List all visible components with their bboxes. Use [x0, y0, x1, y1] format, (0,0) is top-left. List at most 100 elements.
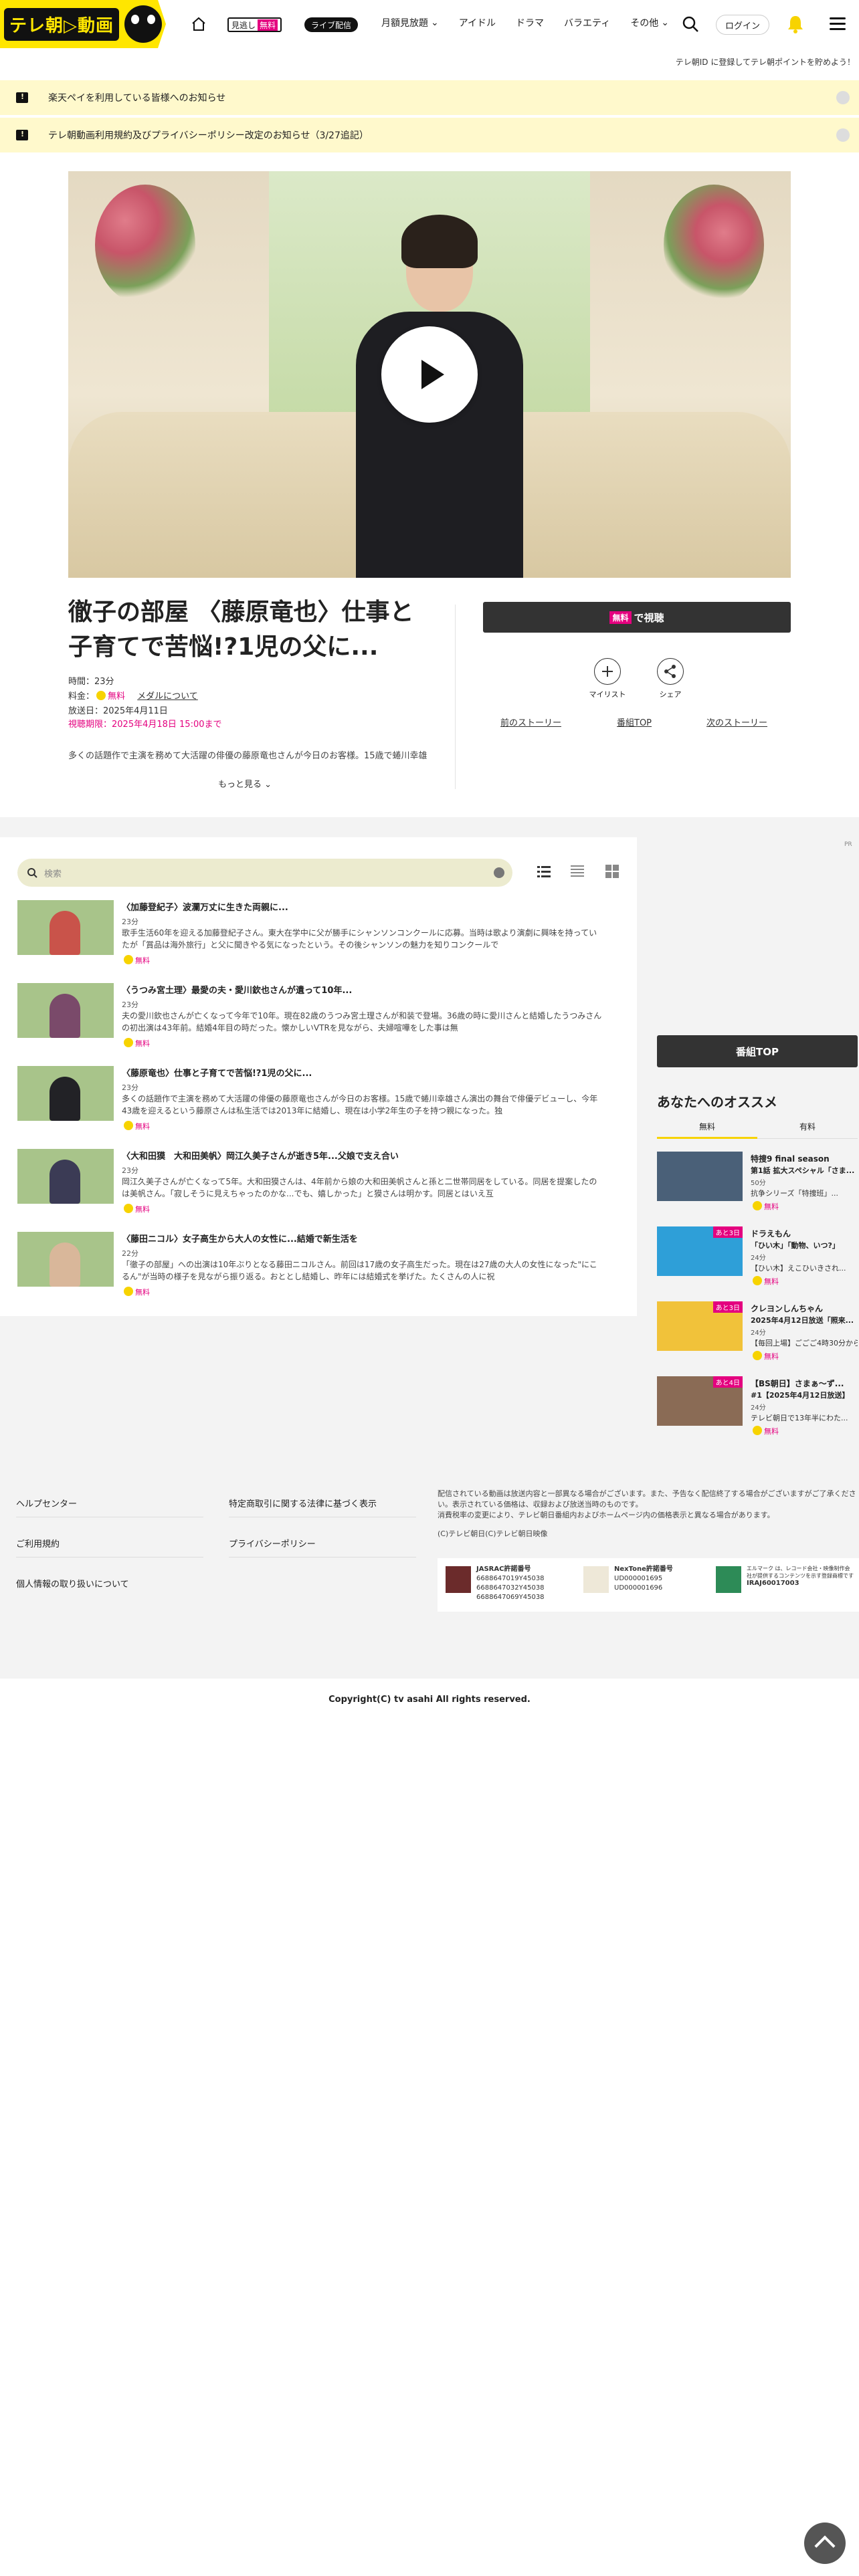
nav-item-idol[interactable]: アイドル	[459, 16, 496, 29]
watch-free-badge: 無料	[609, 611, 632, 624]
episode-item-title[interactable]: 〈藤田ニコル〉女子高生から大人の女性に...結婚で新生活を	[122, 1232, 358, 1245]
list-view-icon[interactable]	[537, 864, 551, 879]
coin-icon	[96, 691, 106, 700]
program-top-link[interactable]: 番組TOP	[617, 716, 652, 728]
footer-link-privacy-handling[interactable]: 個人情報の取り扱いについて	[16, 1577, 129, 1590]
tab-free[interactable]: 無料	[657, 1121, 757, 1132]
close-icon[interactable]	[836, 128, 850, 142]
l-mark-info: エルマーク は、レコード会社・映像制作会社が提供するコンテンツを示す登録商標です…	[747, 1566, 854, 1587]
days-left-badge: あと4日	[712, 1376, 743, 1388]
footer-link-privacy-policy[interactable]: プライバシーポリシー	[229, 1537, 316, 1549]
medal-link[interactable]: メダルについて	[137, 691, 198, 702]
recommend-series[interactable]: 特捜9 final season	[751, 1153, 830, 1164]
login-button[interactable]: ログイン	[716, 15, 769, 35]
recommend-episode[interactable]: #1【2025年4月12日放送】	[751, 1390, 858, 1400]
episode-item-title[interactable]: 〈藤原竜也〉仕事と子育てで苦悩!?1児の父に...	[122, 1066, 312, 1079]
menu-icon[interactable]	[830, 17, 846, 31]
free-catchup-link[interactable]: 見逃し 無料	[227, 17, 282, 32]
plus-icon	[594, 658, 621, 685]
close-icon[interactable]	[836, 91, 850, 104]
footer-divider	[229, 1557, 416, 1558]
notice-bar-rakuten[interactable]: 楽天ペイを利用している皆様へのお知らせ	[0, 80, 859, 115]
home-icon[interactable]	[191, 16, 207, 32]
mylist-button[interactable]: マイリスト	[587, 658, 628, 700]
episode-item-title[interactable]: 〈加藤登紀子〉波瀾万丈に生きた両親に...	[122, 900, 288, 913]
jasrac-info: JASRAC許諾番号 6688647019Y45038 6688647032Y45…	[476, 1566, 545, 1601]
recommend-price: 無料	[751, 1276, 779, 1287]
recommend-item[interactable]: あと3日 ドラえもん 「ひい木」「動物、いつ?」 24分 【ひい木】えこひいきされ...…	[657, 1226, 858, 1300]
search-icon[interactable]	[681, 15, 700, 33]
logo-text: テレ朝▷動画	[4, 7, 119, 41]
watch-button[interactable]: 無料 で視聴	[483, 602, 791, 633]
program-top-button[interactable]: 番組TOP	[657, 1035, 858, 1067]
play-icon[interactable]	[381, 326, 478, 423]
search-icon	[27, 868, 37, 878]
grid-view-icon[interactable]	[605, 864, 619, 879]
back-to-top-icon[interactable]	[804, 2523, 846, 2564]
footer-link-terms[interactable]: ご利用規約	[16, 1537, 60, 1549]
nav-item-variety[interactable]: バラエティ	[564, 16, 610, 29]
prev-story-link[interactable]: 前のストーリー	[500, 716, 561, 728]
episode-item-desc: 多くの話題作で主演を務めて大活躍の俳優の藤原竜也さんが今日のお客様。15歳で蜷川…	[122, 1094, 598, 1115]
recommend-desc: 抗争シリーズ「特捜班」...	[751, 1189, 838, 1198]
nav-item-drama[interactable]: ドラマ	[516, 16, 544, 29]
recommend-price: 無料	[751, 1201, 779, 1212]
recommend-episode[interactable]: 「ひい木」「動物、いつ?」	[751, 1240, 858, 1251]
recommend-series[interactable]: ドラえもん	[751, 1228, 791, 1239]
episode-thumbnail[interactable]	[17, 983, 114, 1038]
episode-list-item[interactable]: 〈藤原竜也〉仕事と子育てで苦悩!?1児の父に... 23分多くの話題作で主演を務め…	[17, 1066, 619, 1133]
episode-list-item[interactable]: 〈うつみ宮土理〉最愛の夫・愛川欽也さんが遺って10年... 23分 夫の愛川欽也さん…	[17, 983, 619, 1050]
active-tab-indicator	[657, 1137, 757, 1139]
tab-paid[interactable]: 有料	[757, 1121, 858, 1132]
recommend-thumbnail[interactable]: あと4日	[657, 1376, 743, 1426]
episode-item-title[interactable]: 〈大和田獏 大和田美帆〉岡江久美子さんが逝き5年...父娘で支え合い	[122, 1149, 399, 1162]
episode-item-desc: 「徹子の部屋」への出演は10年ぶりとなる藤田ニコルさん。前回は17歳の女子高生だ…	[122, 1260, 597, 1281]
recommend-item[interactable]: あと4日 【BS朝日】さまぁ～ず... #1【2025年4月12日放送】 24分 テレビ…	[657, 1376, 858, 1450]
episode-title: 徹子の部屋 〈藤原竜也〉仕事と子育てで苦悩!?1児の父に...	[68, 599, 414, 661]
episode-item-title[interactable]: 〈うつみ宮土理〉最愛の夫・愛川欽也さんが遺って10年...	[122, 983, 352, 996]
nav-item-subscription[interactable]: 月額見放題 ⌄	[381, 16, 439, 29]
episode-thumbnail[interactable]	[17, 900, 114, 955]
recommend-item[interactable]: 特捜9 final season 第1話 拡大スペシャル「さま... 50分 抗争シリ…	[657, 1152, 858, 1225]
recommend-thumbnail[interactable]: あと3日	[657, 1226, 743, 1276]
footer-link-help[interactable]: ヘルプセンター	[16, 1497, 77, 1509]
notice-text: テレ朝動画利用規約及びプライバシーポリシー改定のお知らせ（3/27追記）	[48, 130, 369, 141]
watch-label: で視聴	[634, 611, 664, 624]
share-button[interactable]: シェア	[650, 658, 690, 700]
episode-thumbnail[interactable]	[17, 1066, 114, 1121]
nextone-logo-icon	[583, 1566, 609, 1593]
episode-list-item[interactable]: 〈加藤登紀子〉波瀾万丈に生きた両親に... 23分 歌手生活60年を迎える加藤登紀子…	[17, 900, 619, 967]
recommend-episode[interactable]: 第1話 拡大スペシャル「さま...	[751, 1165, 858, 1176]
episode-duration: 時間：23分	[68, 677, 114, 687]
show-more-button[interactable]: もっと見る ⌄	[218, 777, 272, 790]
recommend-title: あなたへのオススメ	[657, 1094, 777, 1110]
recommend-episode[interactable]: 2025年4月12日放送「照来...	[751, 1315, 858, 1325]
nav-item-other[interactable]: その他 ⌄	[630, 16, 669, 29]
episode-list-item[interactable]: 〈藤田ニコル〉女子高生から大人の女性に...結婚で新生活を 22分 「徹子の部屋」へ…	[17, 1232, 619, 1299]
recommend-series[interactable]: クレヨンしんちゃん	[751, 1303, 823, 1314]
episode-list-item[interactable]: 〈大和田獏 大和田美帆〉岡江久美子さんが逝き5年...父娘で支え合い 23分 岡江久…	[17, 1149, 619, 1216]
recommend-duration: 24分	[751, 1329, 766, 1337]
recommend-series[interactable]: 【BS朝日】さまぁ～ず...	[751, 1378, 844, 1389]
site-logo[interactable]: テレ朝▷動画	[0, 0, 166, 48]
episode-item-price: 無料	[122, 1204, 150, 1214]
episode-search-input[interactable]: 検索	[17, 859, 512, 887]
recommend-item[interactable]: あと3日 クレヨンしんちゃん 2025年4月12日放送「照来... 24分 【毎回上場】…	[657, 1301, 858, 1375]
next-story-link[interactable]: 次のストーリー	[706, 716, 767, 728]
clear-icon[interactable]	[494, 867, 504, 878]
bell-icon[interactable]	[785, 13, 805, 35]
notice-text: 楽天ペイを利用している皆様へのお知らせ	[48, 93, 226, 104]
episode-thumbnail[interactable]	[17, 1232, 114, 1287]
episode-item-price: 無料	[122, 955, 150, 966]
notice-bar-terms[interactable]: テレ朝動画利用規約及びプライバシーポリシー改定のお知らせ（3/27追記）	[0, 118, 859, 152]
recommend-thumbnail[interactable]: あと3日	[657, 1301, 743, 1351]
compact-list-icon[interactable]	[570, 864, 585, 879]
episode-thumbnail[interactable]	[17, 1149, 114, 1204]
episode-item-duration: 23分	[122, 1083, 138, 1092]
point-promo-link[interactable]: テレ朝ID に登録してテレ朝ポイントを貯めよう！	[676, 56, 855, 68]
live-link[interactable]: ライブ配信	[304, 17, 359, 32]
footer-divider	[16, 1557, 203, 1558]
recommend-thumbnail[interactable]	[657, 1152, 743, 1201]
video-player[interactable]	[68, 171, 791, 578]
footer-link-commerce[interactable]: 特定商取引に関する法律に基づく表示	[229, 1497, 377, 1509]
